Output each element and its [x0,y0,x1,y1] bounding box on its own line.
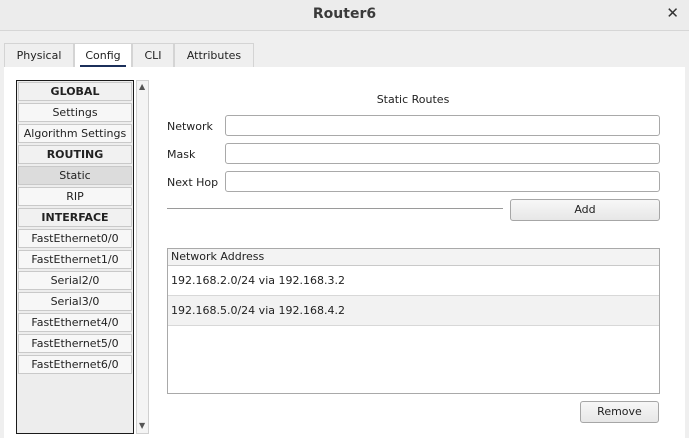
config-sidebar: GLOBAL Settings Algorithm Settings ROUTI… [16,80,134,434]
sidebar-header-global: GLOBAL [18,82,132,101]
sidebar-item-fastethernet5-0[interactable]: FastEthernet5/0 [18,334,132,353]
sidebar-item-rip[interactable]: RIP [18,187,132,206]
mask-input[interactable] [225,143,660,164]
tab-physical[interactable]: Physical [4,43,74,67]
table-row[interactable]: 192.168.2.0/24 via 192.168.3.2 [168,266,659,296]
sidebar-item-serial2-0[interactable]: Serial2/0 [18,271,132,290]
tab-config[interactable]: Config [74,43,132,68]
table-header-network-address: Network Address [168,249,659,266]
sidebar-item-fastethernet1-0[interactable]: FastEthernet1/0 [18,250,132,269]
tab-attributes[interactable]: Attributes [174,43,254,67]
table-row[interactable]: 192.168.5.0/24 via 192.168.4.2 [168,296,659,326]
sidebar-header-interface: INTERFACE [18,208,132,227]
title-bar: Router6 ✕ [0,0,689,31]
sidebar-scrollbar[interactable]: ▲ ▼ [136,80,149,434]
scroll-down-icon[interactable]: ▼ [139,421,145,430]
remove-button[interactable]: Remove [580,401,659,423]
sidebar-item-fastethernet4-0[interactable]: FastEthernet4/0 [18,313,132,332]
close-icon[interactable]: ✕ [666,4,679,22]
next-hop-input[interactable] [225,171,660,192]
sidebar-item-settings[interactable]: Settings [18,103,132,122]
network-label: Network [167,120,213,133]
mask-label: Mask [167,148,196,161]
network-input[interactable] [225,115,660,136]
sidebar-item-static[interactable]: Static [18,166,132,185]
sidebar-item-serial3-0[interactable]: Serial3/0 [18,292,132,311]
divider [167,208,503,209]
window-title: Router6 [312,6,377,22]
sidebar-header-routing: ROUTING [18,145,132,164]
sidebar-item-fastethernet0-0[interactable]: FastEthernet0/0 [18,229,132,248]
add-button[interactable]: Add [510,199,660,221]
routes-table: Network Address 192.168.2.0/24 via 192.1… [167,248,660,394]
sidebar-item-algorithm-settings[interactable]: Algorithm Settings [18,124,132,143]
next-hop-label: Next Hop [167,176,219,189]
tab-cli[interactable]: CLI [132,43,174,67]
scroll-up-icon[interactable]: ▲ [139,82,145,91]
sidebar-item-fastethernet6-0[interactable]: FastEthernet6/0 [18,355,132,374]
static-routes-title: Static Routes [376,93,450,106]
